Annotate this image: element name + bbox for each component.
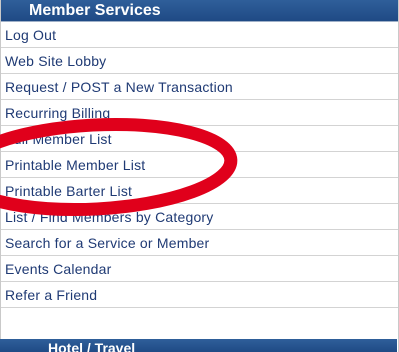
menu-item-log-out[interactable]: Log Out (1, 22, 398, 48)
menu-item-label: Recurring Billing (5, 105, 111, 121)
menu-item-printable-member-list[interactable]: Printable Member List (1, 152, 398, 178)
menu-item-find-members-by-category[interactable]: List / Find Members by Category (1, 204, 398, 230)
menu-item-label: Request / POST a New Transaction (5, 79, 233, 95)
member-services-header: Member Services (1, 0, 398, 22)
menu-item-label: Log Out (5, 27, 57, 43)
menu-item-full-member-list[interactable]: Full Member List (1, 126, 398, 152)
member-services-panel: Member Services Log Out Web Site Lobby R… (0, 0, 399, 352)
menu-item-web-site-lobby[interactable]: Web Site Lobby (1, 48, 398, 74)
menu-item-events-calendar[interactable]: Events Calendar (1, 256, 398, 282)
menu-item-label: Printable Member List (5, 157, 146, 173)
menu-item-label: Web Site Lobby (5, 53, 107, 69)
menu-item-refer-a-friend[interactable]: Refer a Friend (1, 282, 398, 308)
member-services-menu: Log Out Web Site Lobby Request / POST a … (1, 22, 398, 308)
menu-item-label: Refer a Friend (5, 287, 98, 303)
menu-item-recurring-billing[interactable]: Recurring Billing (1, 100, 398, 126)
hotel-travel-header[interactable]: Hotel / Travel (0, 339, 397, 352)
menu-item-label: Full Member List (5, 131, 112, 147)
menu-item-label: List / Find Members by Category (5, 209, 214, 225)
menu-item-label: Events Calendar (5, 261, 112, 277)
menu-item-printable-barter-list[interactable]: Printable Barter List (1, 178, 398, 204)
menu-item-label: Printable Barter List (5, 183, 133, 199)
menu-item-request-post-transaction[interactable]: Request / POST a New Transaction (1, 74, 398, 100)
menu-item-search-service-or-member[interactable]: Search for a Service or Member (1, 230, 398, 256)
menu-item-label: Search for a Service or Member (5, 235, 210, 251)
